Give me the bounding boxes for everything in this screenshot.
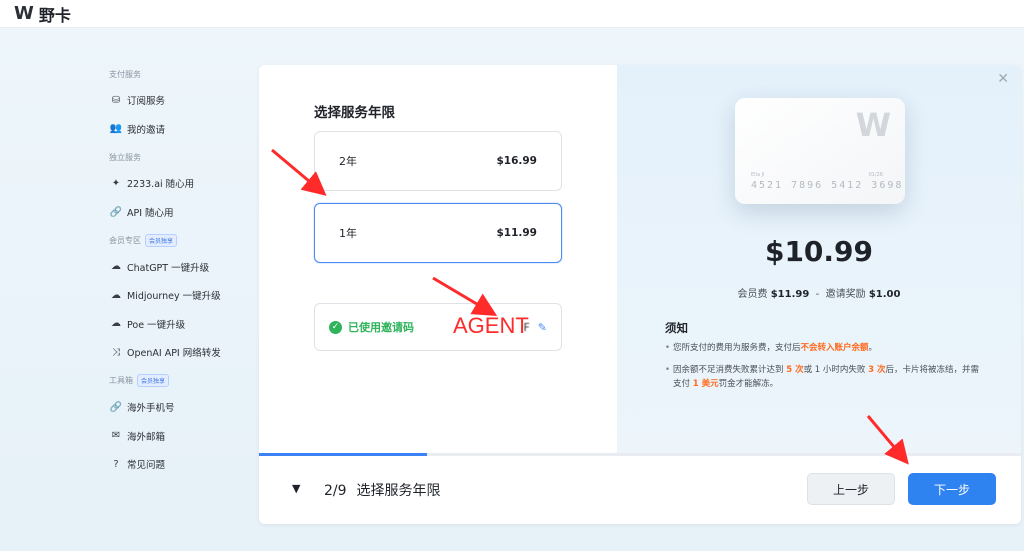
arrow-to-next (866, 415, 909, 465)
annotation-arrows (271, 148, 909, 465)
annotation-label: AGENT (453, 313, 529, 338)
arrow-to-plan (271, 148, 327, 196)
arrow-to-invite (432, 276, 498, 317)
